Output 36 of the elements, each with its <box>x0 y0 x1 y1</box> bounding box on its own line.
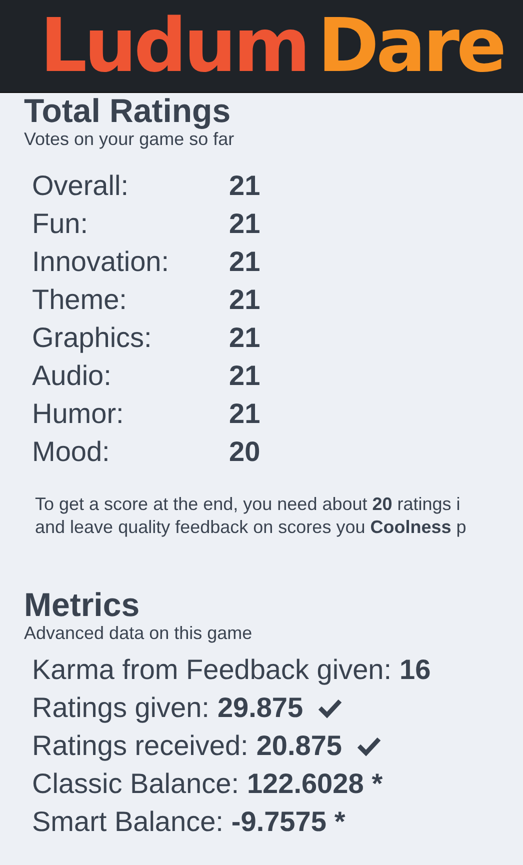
asterisk-mark: * <box>334 806 346 838</box>
section-title: Total Ratings <box>24 93 232 130</box>
rating-value: 21 <box>229 360 260 392</box>
rating-label: Humor: <box>32 398 125 430</box>
section-subtitle: Votes on your game so far <box>24 129 236 151</box>
metric-label: Ratings given: <box>32 692 210 724</box>
metric-value: 29.875 <box>217 692 304 724</box>
rating-label: Graphics: <box>32 322 153 354</box>
rating-value: 21 <box>229 208 260 240</box>
rating-label: Theme: <box>32 284 128 316</box>
metric-label: Smart Balance: <box>32 806 224 838</box>
rating-label: Audio: <box>32 360 112 392</box>
metric-value: -9.7575 <box>231 806 326 838</box>
section-title: Metrics <box>24 586 141 624</box>
metric-value: 122.6028 <box>246 768 364 800</box>
metric-label: Ratings received: <box>32 730 248 762</box>
info-text: and leave quality feedback on scores you Coolness p <box>35 516 466 539</box>
section-subtitle: Advanced data on this game <box>24 623 254 645</box>
rating-value: 20 <box>229 436 260 468</box>
rating-value: 21 <box>229 246 260 278</box>
metric-label: Karma from Feedback given: <box>32 654 392 686</box>
rating-label: Innovation: <box>32 246 170 278</box>
rating-label: Overall: <box>32 170 130 202</box>
logo-word: Ludum <box>40 9 308 83</box>
rating-value: 21 <box>229 170 260 202</box>
rating-value: 21 <box>229 322 260 354</box>
rating-value: 21 <box>229 398 260 430</box>
rating-value: 21 <box>229 284 260 316</box>
rating-label: Fun: <box>32 208 90 240</box>
info-text: To get a score at the end, you need about 20 ratings i <box>35 492 460 516</box>
metric-label: Classic Balance: <box>32 768 239 800</box>
metric-value: 20.875 <box>256 730 342 762</box>
rating-label: Mood: <box>32 436 111 468</box>
asterisk-mark: * <box>372 768 383 800</box>
metric-value: 16 <box>400 654 431 686</box>
logo-word: Dare <box>318 9 504 83</box>
